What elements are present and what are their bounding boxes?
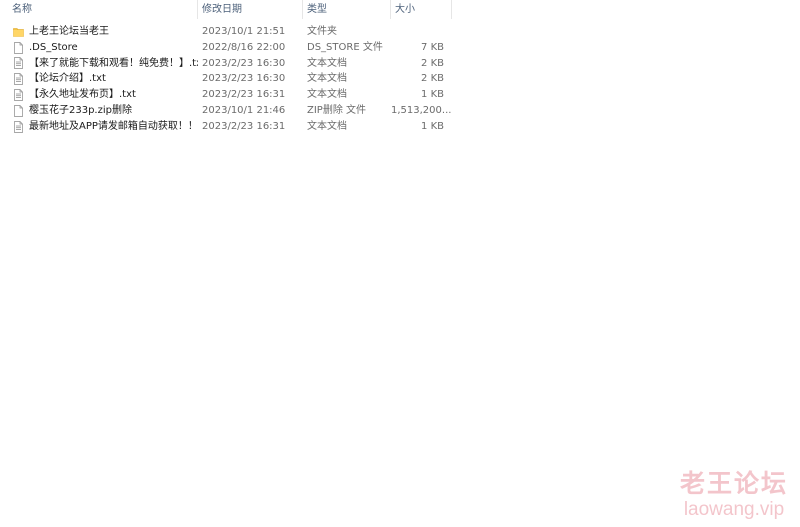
- file-type: 文本文档: [307, 73, 347, 85]
- column-header-name[interactable]: ^ 名称: [0, 0, 198, 19]
- file-type: 文本文档: [307, 89, 347, 101]
- file-row[interactable]: 上老王论坛当老王 2023/10/1 21:51 文件夹: [0, 24, 452, 40]
- file-name: 樱玉花子233p.zip删除: [29, 104, 132, 116]
- file-date: 2023/2/23 16:30: [202, 57, 286, 69]
- file-row[interactable]: 【永久地址发布页】.txt 2023/2/23 16:31 文本文档 1 KB: [0, 87, 452, 103]
- text-file-icon: [13, 73, 24, 86]
- file-name: 上老王论坛当老王: [29, 26, 109, 37]
- file-date: 2023/2/23 16:31: [202, 89, 286, 101]
- file-date: 2023/2/23 16:30: [202, 73, 286, 85]
- file-date: 2023/10/1 21:51: [202, 26, 286, 37]
- file-date: 2022/8/16 22:00: [202, 41, 286, 53]
- file-size: 1 KB: [421, 89, 444, 101]
- file-list: 上老王论坛当老王 2023/10/1 21:51 文件夹 .DS_Store 2…: [0, 24, 452, 135]
- watermark-title: 老王论坛: [679, 469, 788, 498]
- column-divider[interactable]: [451, 0, 452, 19]
- column-header: ^ 名称 修改日期 类型 大小: [0, 0, 452, 20]
- file-row[interactable]: 【论坛介绍】.txt 2023/2/23 16:30 文本文档 2 KB: [0, 71, 452, 87]
- file-name: .DS_Store: [29, 41, 78, 53]
- watermark-logo: 老王论坛 laowang.vip: [680, 469, 788, 521]
- file-size: 2 KB: [421, 57, 444, 69]
- file-name-cell: 【永久地址发布页】.txt: [0, 87, 198, 103]
- file-name-cell: 樱玉花子233p.zip删除: [0, 103, 198, 119]
- file-size: 1 KB: [421, 120, 444, 132]
- file-size: 2 KB: [421, 73, 444, 85]
- column-header-date-label: 修改日期: [202, 4, 242, 15]
- file-explorer-window: ^ 名称 修改日期 类型 大小 上老王论坛当老王 2023/10/1 21:51: [0, 0, 800, 527]
- file-size: [391, 24, 452, 40]
- file-name-cell: 【论坛介绍】.txt: [0, 71, 198, 87]
- file-type: 文本文档: [307, 57, 347, 69]
- file-name: 【论坛介绍】.txt: [29, 73, 106, 85]
- column-header-date[interactable]: 修改日期: [198, 0, 303, 19]
- file-name-cell: 【来了就能下载和观看！纯免费！】.txt: [0, 56, 198, 72]
- sort-ascending-icon: ^: [96, 0, 104, 5]
- file-size: 1,513,200...: [391, 104, 452, 116]
- file-name-cell: 上老王论坛当老王: [0, 24, 198, 40]
- file-name: 【来了就能下载和观看！纯免费！】.txt: [29, 57, 198, 69]
- column-header-name-label: 名称: [12, 4, 32, 15]
- file-type: 文件夹: [307, 26, 337, 37]
- text-file-icon: [13, 57, 24, 70]
- column-header-size-label: 大小: [395, 4, 415, 15]
- file-name-cell: .DS_Store: [0, 40, 198, 56]
- file-name: 最新地址及APP请发邮箱自动获取！！！...: [29, 120, 198, 132]
- text-file-icon: [13, 89, 24, 101]
- file-name: 【永久地址发布页】.txt: [29, 89, 136, 101]
- file-type: ZIP删除 文件: [307, 104, 367, 116]
- column-header-type[interactable]: 类型: [303, 0, 391, 19]
- file-size: 7 KB: [421, 41, 444, 53]
- file-row[interactable]: 最新地址及APP请发邮箱自动获取！！！... 2023/2/23 16:31 文…: [0, 119, 452, 135]
- file-row[interactable]: 【来了就能下载和观看！纯免费！】.txt 2023/2/23 16:30 文本文…: [0, 56, 452, 72]
- file-type: 文本文档: [307, 120, 347, 132]
- file-date: 2023/2/23 16:31: [202, 120, 286, 132]
- folder-icon: [13, 26, 24, 38]
- watermark-url: laowang.vip: [683, 499, 785, 520]
- file-icon: [13, 41, 24, 54]
- file-type: DS_STORE 文件: [307, 41, 383, 53]
- file-row[interactable]: 樱玉花子233p.zip删除 2023/10/1 21:46 ZIP删除 文件 …: [0, 103, 452, 119]
- column-header-size[interactable]: 大小: [391, 0, 452, 19]
- file-icon: [13, 105, 24, 117]
- column-header-type-label: 类型: [307, 4, 327, 15]
- text-file-icon: [13, 120, 24, 133]
- file-date: 2023/10/1 21:46: [202, 104, 286, 116]
- file-name-cell: 最新地址及APP请发邮箱自动获取！！！...: [0, 119, 198, 135]
- file-row[interactable]: .DS_Store 2022/8/16 22:00 DS_STORE 文件 7 …: [0, 40, 452, 56]
